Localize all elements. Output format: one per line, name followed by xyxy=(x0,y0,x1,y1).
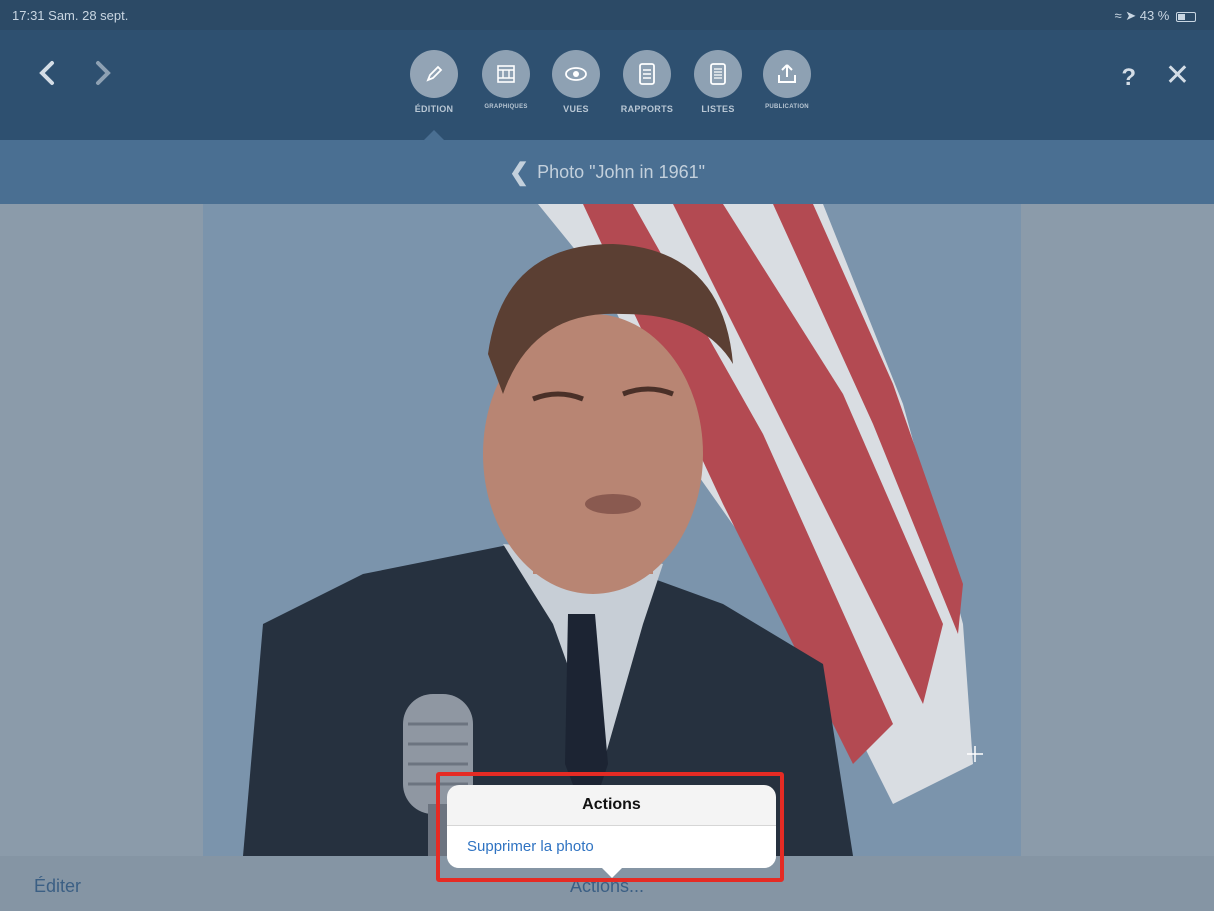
pencil-icon xyxy=(410,50,458,98)
back-button[interactable] xyxy=(38,60,56,94)
status-time: 17:31 Sam. 28 sept. xyxy=(12,8,129,23)
close-icon: ✕ xyxy=(1164,59,1190,92)
status-right: ≈ ➤ 43 % xyxy=(1114,8,1196,24)
tool-graphiques[interactable]: GRAPHIQUES xyxy=(476,50,536,110)
graphics-icon xyxy=(482,50,530,98)
tool-label: RAPPORTS xyxy=(620,104,674,114)
upload-icon xyxy=(763,50,811,98)
sub-header[interactable]: ❮ Photo "John in 1961" xyxy=(0,140,1214,204)
chevron-left-icon: ❮ xyxy=(508,159,530,186)
tool-publication[interactable]: PUBLICATION xyxy=(757,50,817,110)
document-icon xyxy=(623,50,671,98)
forward-button[interactable] xyxy=(94,60,112,94)
chevron-right-icon xyxy=(96,61,111,85)
chevron-left-icon xyxy=(39,61,54,85)
tool-label: GRAPHIQUES xyxy=(484,104,528,110)
crosshair-icon xyxy=(967,746,983,762)
wifi-icon: ≈ xyxy=(1114,8,1122,23)
tool-label: ÉDITION xyxy=(414,104,454,114)
highlight-box xyxy=(436,772,784,882)
location-icon: ➤ xyxy=(1125,8,1137,23)
tool-rapports[interactable]: RAPPORTS xyxy=(617,50,677,114)
tool-vues[interactable]: VUES xyxy=(546,50,606,114)
photo-title: Photo "John in 1961" xyxy=(537,162,705,182)
tool-label: VUES xyxy=(563,104,589,114)
list-icon xyxy=(694,50,742,98)
tool-listes[interactable]: LISTES xyxy=(688,50,748,114)
tool-edition[interactable]: ÉDITION xyxy=(404,50,464,114)
main-toolbar: ÉDITION GRAPHIQUES VUES RAPPORTS LISTES … xyxy=(0,30,1214,140)
battery-percent: 43 % xyxy=(1139,8,1170,23)
edit-button[interactable]: Éditer xyxy=(34,876,81,897)
status-bar: 17:31 Sam. 28 sept. ≈ ➤ 43 % xyxy=(0,0,1214,30)
tool-label: LISTES xyxy=(701,104,735,114)
battery-icon xyxy=(1176,11,1196,22)
eye-icon xyxy=(552,50,600,98)
active-tool-caret xyxy=(424,130,444,140)
photo-image[interactable] xyxy=(203,204,1021,856)
close-button[interactable]: ✕ xyxy=(1165,58,1190,93)
help-button[interactable]: ? xyxy=(1121,64,1136,92)
tool-label: PUBLICATION xyxy=(765,104,809,110)
